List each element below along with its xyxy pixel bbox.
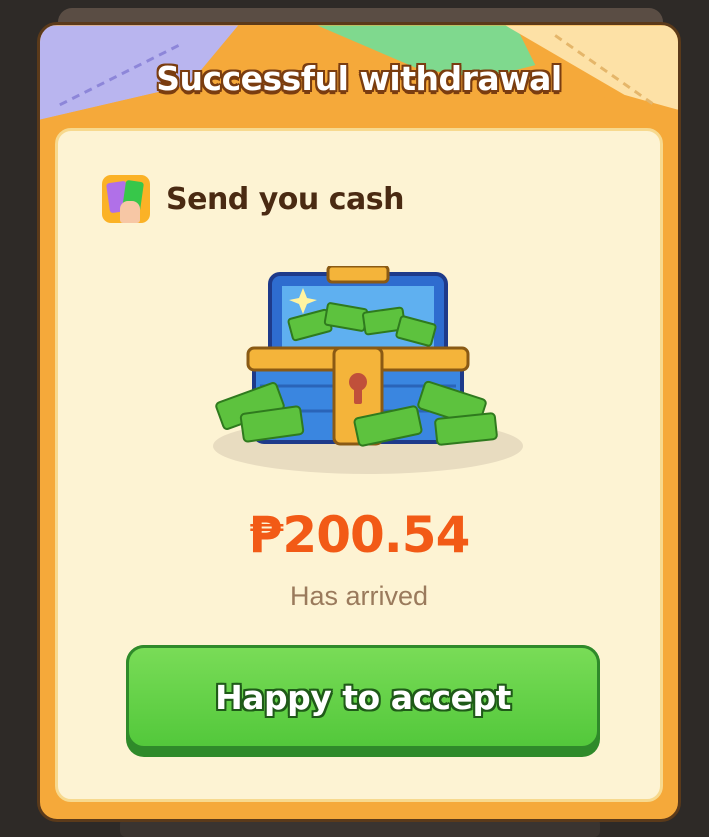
accept-button-label: Happy to accept <box>215 677 511 717</box>
dialog-body: Send you cash ₱200.54 Has arrived Happy … <box>55 128 663 802</box>
accept-button[interactable]: Happy to accept <box>126 645 600 757</box>
send-row: Send you cash <box>102 174 404 224</box>
withdrawal-dialog: Successful withdrawal Send you cash ₱200… <box>37 22 681 822</box>
arrival-status: Has arrived <box>289 581 429 611</box>
accept-button-face[interactable]: Happy to accept <box>126 645 600 749</box>
cash-app-icon <box>102 175 150 223</box>
withdrawal-amount: ₱200.54 <box>248 506 471 564</box>
send-label: Send you cash <box>166 181 404 217</box>
dialog-title: Successful withdrawal <box>156 59 562 98</box>
treasure-chest-cash-icon <box>213 266 523 474</box>
